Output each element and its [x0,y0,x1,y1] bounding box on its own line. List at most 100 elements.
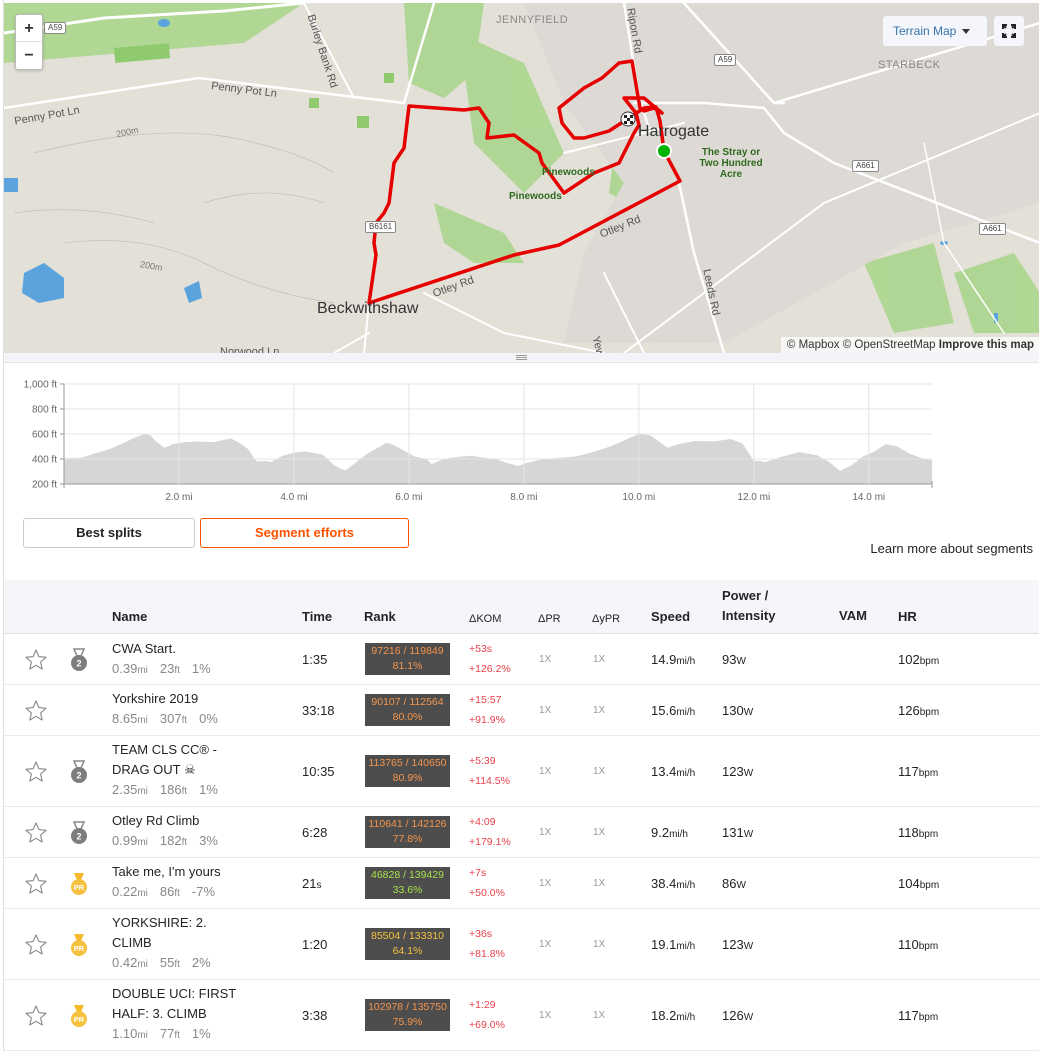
segment-name-line1[interactable]: Otley Rd Climb [112,811,282,831]
delta-kom-time: +15:57 [469,693,502,706]
col-delta-ypr[interactable]: ΔyPR [592,609,620,629]
segment-elevation: 86 [159,884,175,899]
silver-medal-icon: 2 [71,820,87,844]
col-speed[interactable]: Speed [651,607,690,627]
segment-row[interactable]: 2 Otley Rd Climb 0.99mi 182ft 3% 6:28 110641 /… [4,807,1039,858]
col-power-line1[interactable]: Power / [722,586,768,606]
delta-pr: 1X [539,704,552,716]
road-shield-b6161: B6161 [365,221,397,233]
star-icon[interactable] [24,648,48,672]
segment-name-line2[interactable]: CLIMB [112,933,282,953]
col-delta-pr[interactable]: ΔPR [538,609,561,629]
zoom-in-button[interactable]: + [16,15,42,42]
segment-name-line1[interactable]: DOUBLE UCI: FIRST [112,984,282,1004]
delta-pr: 1X [539,1009,552,1021]
segment-grade: 2% [191,955,211,970]
segment-name-line1[interactable]: TEAM CLS CC® - [112,740,282,760]
rank-percent: 64.1% [392,944,423,957]
segment-name-line2[interactable]: DRAG OUT ☠ [112,760,282,780]
col-delta-kom[interactable]: ΔKOM [469,609,501,629]
segment-speed: 14.9mi/h [651,652,696,667]
segment-speed: 18.2mi/h [651,1007,696,1023]
delta-kom: +7s +50.0% [469,863,505,903]
segment-row[interactable]: 2 TEAM CLS CC® - DRAG OUT ☠ 2.35mi 186ft 1% 10… [4,736,1039,807]
map-type-dropdown[interactable]: Terrain Map [883,16,987,46]
segment-stats: 0.42mi 55ft 2% [112,955,211,970]
segment-name[interactable]: Yorkshire 2019 8.65mi 307ft 0% [112,689,282,731]
road-shield-a661-2: A661 [979,223,1006,235]
delta-kom: +15:57 +91.9% [469,690,505,730]
segment-distance: 1.10 [112,1026,138,1041]
segment-stats: 1.10mi 77ft 1% [112,1026,211,1041]
x-tick-label: 8.0 mi [510,492,537,503]
col-time[interactable]: Time [302,607,332,627]
segment-name[interactable]: Otley Rd Climb 0.99mi 182ft 3% [112,811,282,853]
y-tick-label: 1,000 ft [24,380,58,391]
segment-time: 21s [302,875,322,891]
col-vam[interactable]: VAM [839,606,867,626]
segment-name[interactable]: TEAM CLS CC® - DRAG OUT ☠ 2.35mi 186ft 1% [112,740,282,802]
segment-power: 93W [722,652,746,667]
pr-medal-icon: PR [71,1004,87,1027]
segments-table-header: Name Time Rank ΔKOM ΔPR ΔyPR Speed Power… [4,580,1039,634]
segment-row[interactable]: PR YORKSHIRE: 2. CLIMB 0.42mi 55ft 2% 1:20 8550… [4,909,1039,980]
segment-row[interactable]: Yorkshire 2019 8.65mi 307ft 0% 33:18 90107 / … [4,685,1039,736]
delta-kom-time: +53s [469,643,493,655]
improve-map-link[interactable]: Improve this map [939,339,1034,351]
road-shield-a59-1: A59 [44,22,67,34]
segment-power: 130W [722,702,754,718]
segment-name-line2[interactable]: HALF: 3. CLIMB [112,1004,282,1024]
segment-power: 123W [722,936,754,952]
pr-medal-icon: PR [71,872,87,895]
col-name[interactable]: Name [112,607,147,627]
map-label-beckwithshaw: Beckwithshaw [317,300,419,317]
y-tick-label: 200 ft [32,480,57,491]
osm-link[interactable]: © OpenStreetMap [843,339,936,351]
road-shield-a661-1: A661 [852,160,879,172]
rank-percent: 33.6% [392,883,423,896]
segment-grade: 1% [199,782,218,797]
map-resize-handle[interactable] [4,353,1039,363]
delta-kom-percent: +69.0% [469,1018,505,1031]
segment-name[interactable]: YORKSHIRE: 2. CLIMB 0.42mi 55ft 2% [112,913,282,975]
segment-grade: 1% [191,661,211,676]
segment-row[interactable]: PR Take me, I'm yours 0.22mi 86ft -7% 21s 4682… [4,858,1039,909]
star-icon[interactable] [24,872,48,896]
segment-row[interactable]: 2 CWA Start. 0.39mi 23ft 1% 1:35 97216 / 11984… [4,635,1039,685]
star-icon[interactable] [24,1004,48,1028]
segment-name[interactable]: DOUBLE UCI: FIRST HALF: 3. CLIMB 1.10mi 77f… [112,984,282,1046]
star-icon[interactable] [24,699,48,723]
tab-best-splits[interactable]: Best splits [23,518,195,548]
map-label-pinewoods-2: Pinewoods [509,191,562,202]
segment-power: 123W [722,763,754,779]
caret-down-icon [962,29,971,35]
x-tick-label: 10.0 mi [622,492,655,503]
segment-elevation: 186 [159,782,182,797]
segment-name[interactable]: Take me, I'm yours 0.22mi 86ft -7% [112,862,282,904]
elevation-chart[interactable]: 1,000 ft 800 ft 600 ft 400 ft 200 ft 2.0 mi 4.… [4,370,1039,505]
segment-name-line1[interactable]: YORKSHIRE: 2. [112,913,282,933]
star-icon[interactable] [24,760,48,784]
fullscreen-button[interactable] [994,16,1024,46]
delta-ypr: 1X [593,877,606,889]
segment-name-line1[interactable]: Yorkshire 2019 [112,689,282,709]
tab-segment-efforts[interactable]: Segment efforts [200,518,409,548]
star-icon[interactable] [24,933,48,957]
segment-name-line1[interactable]: Take me, I'm yours [112,862,282,882]
col-hr[interactable]: HR [898,607,917,627]
learn-more-link[interactable]: Learn more about segments [870,541,1033,556]
segment-row[interactable]: PR DOUBLE UCI: FIRST HALF: 3. CLIMB 1.10mi 7… [4,980,1039,1051]
segment-elevation: 55 [159,955,175,970]
segment-stats: 8.65mi 307ft 0% [112,711,218,726]
rank-percent: 77.8% [392,832,423,845]
route-map[interactable]: JENNYFIELD STARBECK Harrogate Beckwithsh… [4,3,1039,353]
col-power-line2[interactable]: Intensity [722,606,775,626]
col-rank[interactable]: Rank [364,607,396,627]
segment-grade: -7% [191,884,216,899]
star-icon[interactable] [24,821,48,845]
segment-name-line1[interactable]: CWA Start. [112,639,282,659]
segment-name[interactable]: CWA Start. 0.39mi 23ft 1% [112,639,282,681]
zoom-out-button[interactable]: − [16,42,42,69]
mapbox-link[interactable]: © Mapbox [787,339,840,351]
rank-value: 110641 / 142126 [368,817,447,830]
